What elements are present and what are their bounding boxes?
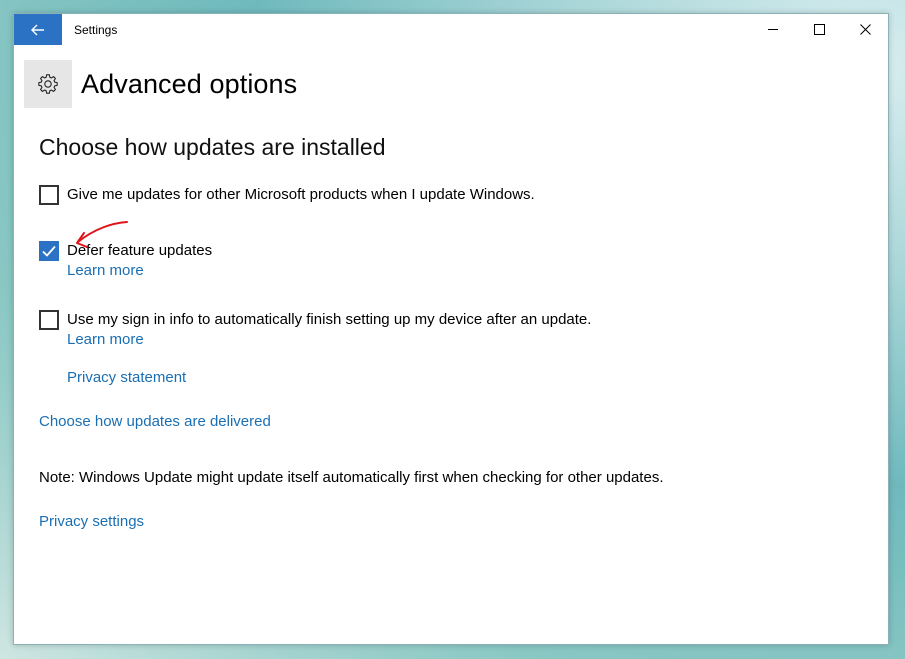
checkbox-sign-in-info[interactable] [39, 310, 59, 330]
checkbox-other-products[interactable] [39, 185, 59, 205]
privacy-settings-link[interactable]: Privacy settings [39, 512, 144, 532]
red-arrow-annotation [76, 221, 128, 248]
update-note: Note: Windows Update might update itself… [39, 469, 664, 486]
option-other-products[interactable]: Give me updates for other Microsoft prod… [39, 185, 535, 205]
window-title: Settings [74, 22, 118, 37]
title-bar: Settings [14, 14, 888, 45]
privacy-statement-link[interactable]: Privacy statement [67, 368, 186, 388]
minimize-icon [767, 29, 778, 30]
page-header: Advanced options [24, 60, 297, 108]
option-sign-in-info[interactable]: Use my sign in info to automatically fin… [39, 310, 591, 350]
delivery-options-link[interactable]: Choose how updates are delivered [39, 412, 271, 432]
checkmark-icon [42, 245, 56, 257]
learn-more-link[interactable]: Learn more [67, 261, 212, 281]
maximize-button[interactable] [796, 14, 842, 45]
close-button[interactable] [842, 14, 888, 45]
section-title: Choose how updates are installed [39, 134, 386, 160]
arrow-left-icon [31, 24, 44, 35]
close-icon [859, 24, 871, 35]
checkbox-defer-feature-updates[interactable] [39, 241, 59, 261]
page-title: Advanced options [81, 68, 298, 99]
header-icon-tile [24, 60, 72, 108]
maximize-icon [813, 24, 825, 35]
learn-more-link[interactable]: Learn more [67, 330, 591, 350]
settings-window: Settings Advanced options Choose how upd… [13, 13, 889, 645]
minimize-button[interactable] [750, 14, 796, 45]
option-label: Use my sign in info to automatically fin… [67, 311, 592, 328]
gear-icon [38, 74, 58, 94]
option-label: Give me updates for other Microsoft prod… [67, 186, 535, 203]
back-button[interactable] [14, 14, 62, 45]
window-controls [750, 14, 888, 45]
